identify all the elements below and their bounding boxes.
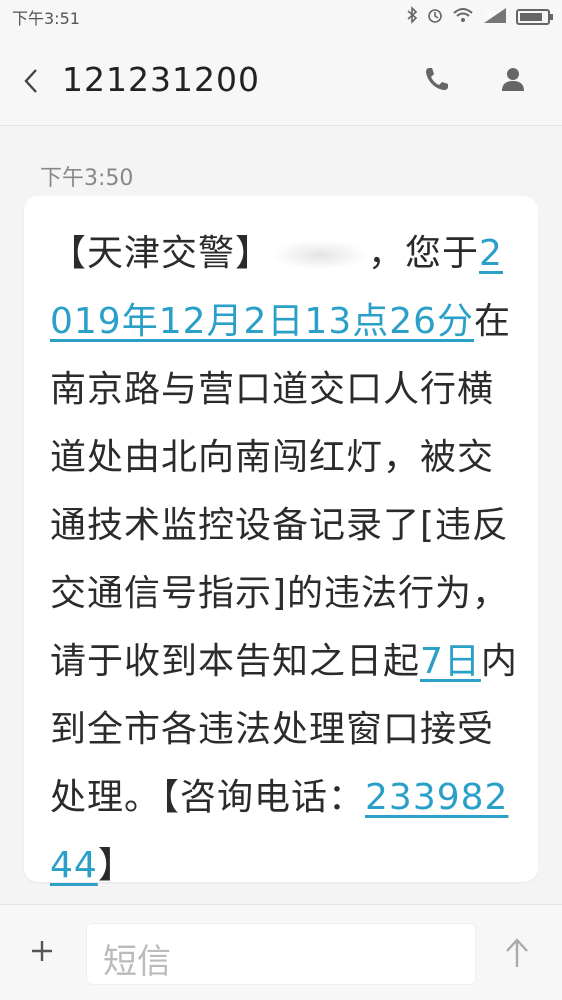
message-part-3: 在南京路与营口道交口人行横道处由北向南闯红灯，被交通技术监控设备记录了[违反交通… [50, 301, 512, 682]
send-arrow-icon[interactable] [500, 935, 534, 971]
battery-icon [516, 9, 553, 25]
alarm-icon [426, 6, 444, 28]
wifi-icon [452, 6, 474, 28]
contact-icon[interactable] [498, 64, 528, 94]
message-timestamp: 下午3:50 [40, 166, 134, 191]
days-link[interactable]: 7日 [420, 641, 481, 682]
phone-icon[interactable] [422, 64, 452, 94]
message-part-5: 】 [97, 845, 135, 886]
message-text: 【天津交警】 ，您于2019年12月2日13点26分在南京路与营口道交口人行横道处… [50, 220, 518, 900]
message-bubble[interactable]: 【天津交警】 ，您于2019年12月2日13点26分在南京路与营口道交口人行横道处… [24, 196, 538, 886]
back-arrow-icon[interactable] [18, 64, 44, 98]
signal-icon: HD [482, 6, 508, 28]
status-icons: HD [406, 6, 553, 28]
message-input[interactable]: 短信 [86, 923, 476, 985]
message-part-1: 【天津交警】 [50, 233, 273, 274]
svg-text:HD: HD [485, 10, 496, 18]
redacted-name [272, 240, 369, 270]
contact-number: 121231200 [62, 60, 260, 99]
conversation-header: 121231200 [0, 34, 562, 126]
status-time: 下午3:51 [12, 9, 80, 28]
bluetooth-icon [406, 6, 418, 28]
status-bar: 下午3:51 HD [0, 0, 562, 34]
message-part-2: ，您于 [368, 233, 480, 274]
add-icon[interactable] [26, 935, 58, 967]
compose-bar: 短信 [0, 904, 562, 1000]
